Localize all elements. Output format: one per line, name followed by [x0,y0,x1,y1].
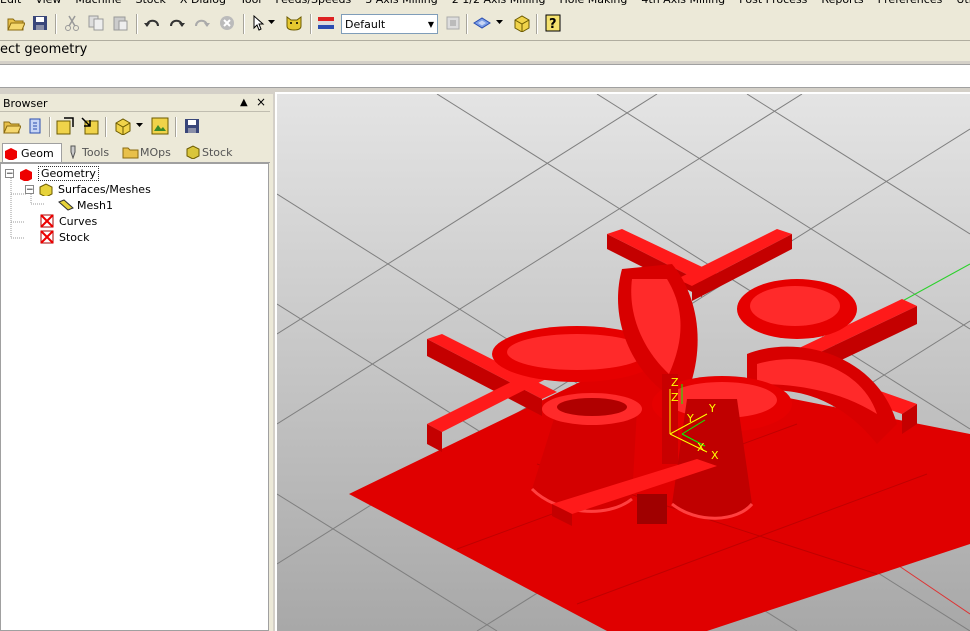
axis-x-label: X [711,449,719,462]
cut-icon [62,13,82,33]
tab-stock[interactable]: Stock [184,143,244,161]
browser-toolbar [0,114,270,138]
chevron-down-icon[interactable] [266,13,278,33]
tab-geom[interactable]: Geom [2,143,62,162]
mesh-icon [58,199,74,211]
prompt-text: ect geometry [0,42,88,57]
close-icon[interactable]: × [256,95,266,109]
redo-icon[interactable] [167,13,187,33]
tab-label: MOps [140,145,171,159]
stock-icon [186,145,200,159]
collapse-icon[interactable]: − [5,169,14,179]
command-input[interactable] [0,64,970,88]
tool-icon [70,145,76,159]
axis-z-label: Z [671,391,679,404]
help-icon[interactable]: ? [543,13,563,33]
browser-panel: Browser ▲ × Geom Tools MOps Stock − Geom… [0,94,273,631]
graphics-viewport[interactable]: Z Z Y Y X X [275,92,970,631]
prompt-bar: ect geometry [0,41,970,61]
tree-label: Geometry [38,166,99,181]
expand-all-icon[interactable] [55,116,75,136]
import-icon[interactable] [25,116,45,136]
undo-icon[interactable] [142,13,162,33]
open-icon[interactable] [2,116,22,136]
tab-tools[interactable]: Tools [64,143,120,161]
tab-label: Geom [21,146,54,160]
y-axis-line [896,263,970,305]
tree-label: Surfaces/Meshes [58,182,151,196]
part-icon[interactable] [112,116,132,136]
stop-icon [217,13,237,33]
tree-node-surfaces[interactable]: − Surfaces/Meshes [25,182,153,196]
tree-node-curves[interactable]: Curves [39,214,99,228]
save-icon[interactable] [30,13,50,33]
config-value: Default [345,17,386,31]
tree-node-geometry[interactable]: − Geometry [5,166,99,181]
surface-folder-icon [39,183,53,196]
chevron-down-icon[interactable]: ▼ [425,16,437,32]
image-icon[interactable] [150,116,170,136]
folder-icon [122,147,139,159]
open-icon[interactable] [6,13,26,33]
axis-x-label: X [697,441,705,454]
browser-title-bar: Browser ▲ × [0,95,270,112]
view-cube-icon[interactable] [511,13,531,33]
collapse-icon[interactable]: − [25,184,34,194]
browser-tabs: Geom Tools MOps Stock [0,142,270,163]
tree-label: Stock [59,230,90,244]
geometry-icon [5,148,17,160]
save-icon[interactable] [182,116,202,136]
material-icon[interactable] [316,13,336,33]
paste-icon [110,13,130,33]
select-arrow-icon[interactable] [248,13,268,33]
axis-y-label: Y [708,402,716,415]
tab-label: Tools [82,145,110,159]
chevron-down-icon[interactable] [494,13,506,33]
copy-icon [86,13,106,33]
tree-node-mesh1[interactable]: Mesh1 [57,198,115,212]
axis-y-label: Y [686,412,694,425]
collapse-all-icon[interactable] [80,116,100,136]
svg-text:?: ? [549,17,557,32]
geometry-tree[interactable]: − Geometry − Surfaces/Meshes Mesh1 Curve… [0,163,269,631]
geometry-icon [20,168,32,181]
model-scene: Z Z Y Y X X [277,94,970,631]
cat-face-icon[interactable] [284,13,304,33]
tab-label: Stock [202,145,233,159]
tree-node-stock[interactable]: Stock [39,230,91,244]
axis-z-label: Z [671,376,679,389]
curves-icon [40,214,54,228]
redo-all-icon [192,13,212,33]
main-toolbar: Default ▼ ? [0,6,970,41]
tab-mops[interactable]: MOps [122,143,180,161]
config-select[interactable]: Default ▼ [341,14,438,34]
view-plane-icon[interactable] [472,13,492,33]
browser-title: Browser [3,97,48,110]
properties-icon [443,13,463,33]
tree-label: Curves [59,214,98,228]
chevron-down-icon[interactable] [134,116,146,136]
tree-label: Mesh1 [77,198,113,212]
stock-icon [40,230,54,244]
pin-icon[interactable]: ▲ [240,97,248,108]
